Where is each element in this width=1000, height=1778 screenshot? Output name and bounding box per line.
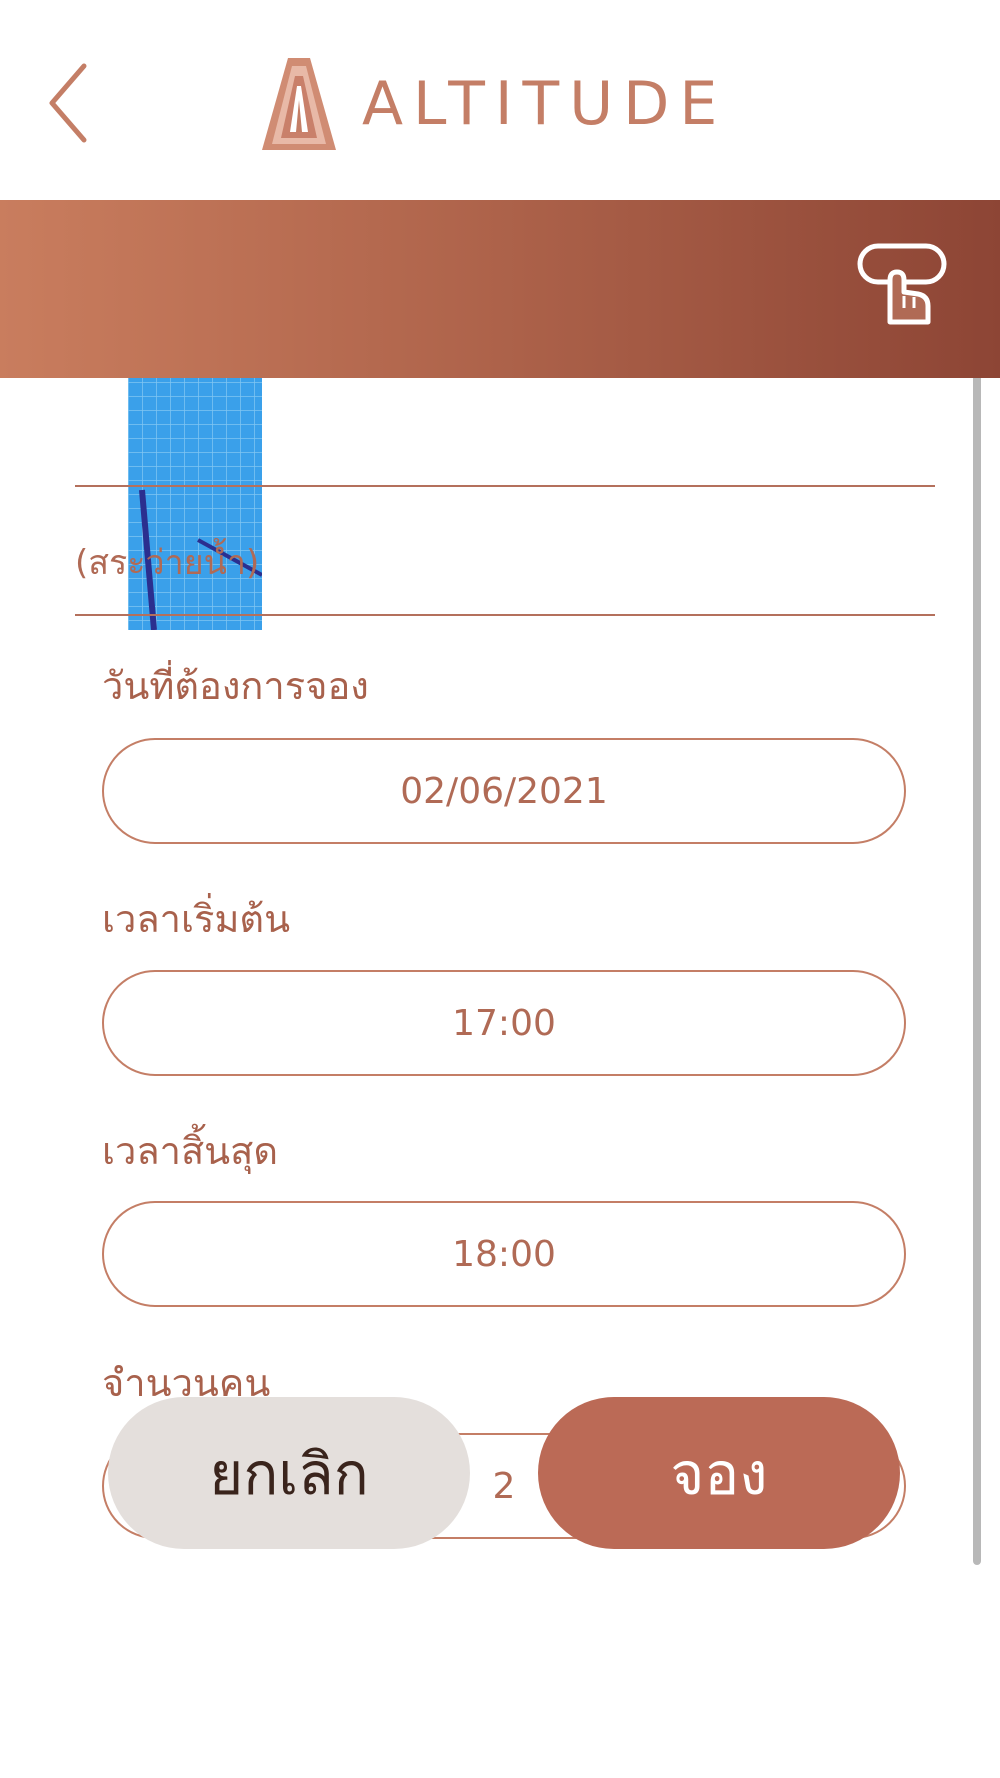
end-time-field[interactable]: 18:00 (102, 1201, 906, 1307)
book-button[interactable]: จอง (538, 1397, 900, 1549)
hand-pointer-icon (857, 243, 947, 325)
divider-bottom (75, 614, 935, 616)
chevron-left-icon (49, 63, 87, 143)
cancel-button[interactable]: ยกเลิก (108, 1397, 470, 1549)
date-label: วันที่ต้องการจอง (102, 664, 369, 708)
app-header: ALTITUDE (0, 0, 1000, 200)
date-field[interactable]: 02/06/2021 (102, 738, 906, 844)
start-time-label: เวลาเริ่มต้น (102, 897, 291, 941)
start-time-field[interactable]: 17:00 (102, 970, 906, 1076)
brand-logo: ALTITUDE (262, 56, 727, 152)
facility-subtitle: (สระว่ายน้ำ) (75, 543, 260, 583)
altitude-logo-icon (262, 58, 336, 150)
scrollbar[interactable] (973, 325, 981, 1565)
end-time-label: เวลาสิ้นสุด (102, 1129, 278, 1173)
header-banner (0, 200, 1000, 378)
gesture-button[interactable] (856, 240, 948, 332)
back-button[interactable] (40, 60, 100, 146)
divider-top (75, 485, 935, 487)
brand-name: ALTITUDE (362, 69, 728, 139)
